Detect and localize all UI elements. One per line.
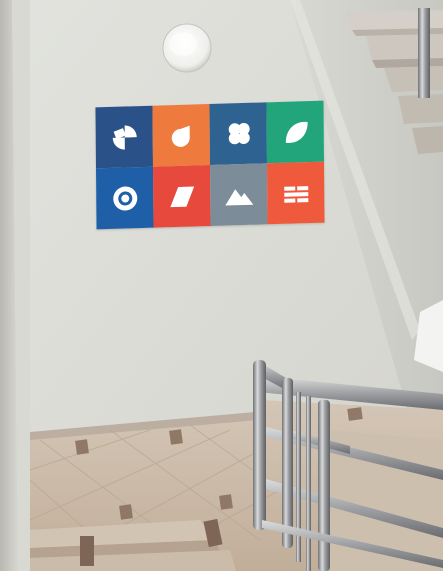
stairwell-background: [0, 0, 443, 571]
artwork-tile-1: [95, 105, 154, 169]
tile-artwork: [95, 100, 325, 230]
ceiling-lamp-icon: [162, 23, 212, 73]
stairwell-photo: [0, 0, 443, 571]
artwork-tile-6: [153, 165, 211, 228]
artwork-tile-3: [209, 102, 267, 165]
artwork-tile-8: [266, 161, 325, 225]
target-icon: [112, 186, 137, 211]
bricks-icon: [283, 185, 308, 203]
artwork-tile-5: [96, 166, 154, 230]
flower-icon: [228, 122, 250, 144]
mountain-icon: [224, 188, 253, 206]
artwork-tile-7: [210, 163, 268, 226]
leaf-icon: [285, 121, 308, 143]
artwork-tile-4: [266, 100, 324, 164]
pinwheel-icon: [112, 125, 137, 150]
artwork-tile-2: [152, 104, 210, 167]
leaf-drop-icon: [171, 125, 190, 147]
parallelogram-icon: [169, 185, 194, 207]
